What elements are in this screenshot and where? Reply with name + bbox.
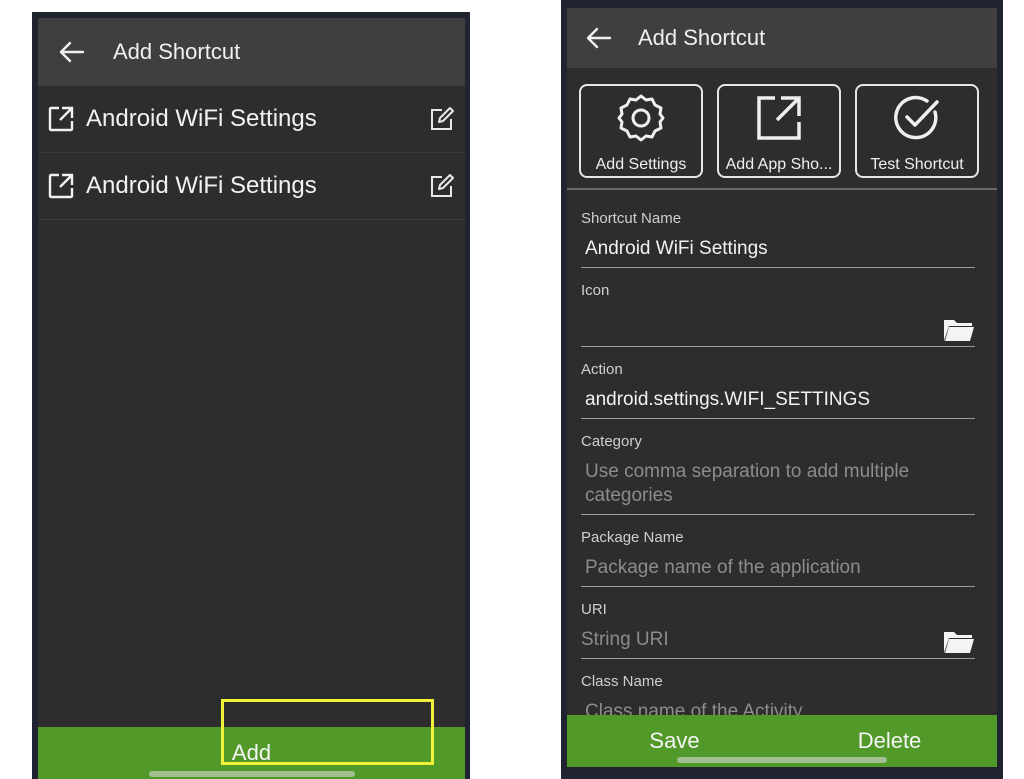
list-item-label: Android WiFi Settings [86,105,317,132]
screenshot-canvas: Add Shortcut Android WiFi Settings Andro… [0,0,1024,779]
edit-icon[interactable] [427,104,457,134]
shortcut-name-input[interactable]: Android WiFi Settings [581,237,975,268]
package-name-field: Package Name Package name of the applica… [581,529,975,587]
app-bar: Add Shortcut [567,8,997,68]
right-phone: Add Shortcut Add Settings Add App Sho... [561,0,1003,779]
add-app-shortcut-button[interactable]: Add App Sho... [717,84,841,178]
action-field: Action android.settings.WIFI_SETTINGS [581,361,975,419]
uri-input[interactable]: String URI [581,628,975,659]
uri-field: URI String URI [581,601,975,659]
field-label: Icon [581,282,610,299]
field-label: Category [581,433,642,450]
folder-icon[interactable] [943,317,975,343]
field-label: Shortcut Name [581,210,682,227]
navigation-handle[interactable] [148,771,355,777]
app-bar: Add Shortcut [38,18,465,86]
field-label: Package Name [581,529,684,546]
action-label: Test Shortcut [870,156,964,173]
shortcut-editor-screen: Add Shortcut Add Settings Add App Sho... [567,8,997,767]
action-input[interactable]: android.settings.WIFI_SETTINGS [581,388,975,419]
add-settings-button[interactable]: Add Settings [579,84,703,178]
check-circle-icon [889,90,945,146]
list-item-label: Android WiFi Settings [86,172,317,199]
test-shortcut-button[interactable]: Test Shortcut [855,84,979,178]
field-label: Class Name [581,673,663,690]
action-label: Add App Sho... [725,156,833,173]
open-external-icon [46,104,76,134]
shortcut-name-field: Shortcut Name Android WiFi Settings [581,210,975,268]
page-title: Add Shortcut [113,39,241,64]
action-toolbar: Add Settings Add App Sho... Test Shortcu… [567,68,997,190]
list-item-shortcut[interactable]: Android WiFi Settings [38,86,465,153]
shortcut-list-screen: Add Shortcut Android WiFi Settings Andro… [38,18,465,779]
edit-icon[interactable] [427,171,457,201]
field-label: URI [581,601,607,618]
category-input[interactable]: Use comma separation to add multiple cat… [581,460,975,515]
back-arrow-icon[interactable] [585,24,613,52]
open-external-icon [46,171,76,201]
navigation-handle[interactable] [677,757,887,763]
folder-icon[interactable] [943,629,975,655]
list-item-shortcut[interactable]: Android WiFi Settings [38,153,465,220]
field-label: Action [581,361,623,378]
action-label: Add Settings [595,156,687,173]
package-name-input[interactable]: Package name of the application [581,556,975,587]
icon-input[interactable] [581,309,975,347]
open-external-icon [751,90,807,146]
page-title: Add Shortcut [638,25,766,50]
category-field: Category Use comma separation to add mul… [581,433,975,515]
left-phone: Add Shortcut Android WiFi Settings Andro… [32,12,470,779]
shortcut-form: Shortcut Name Android WiFi Settings Icon… [567,210,997,731]
back-arrow-icon[interactable] [58,38,86,66]
gear-icon [613,90,669,146]
icon-field: Icon [581,282,975,347]
